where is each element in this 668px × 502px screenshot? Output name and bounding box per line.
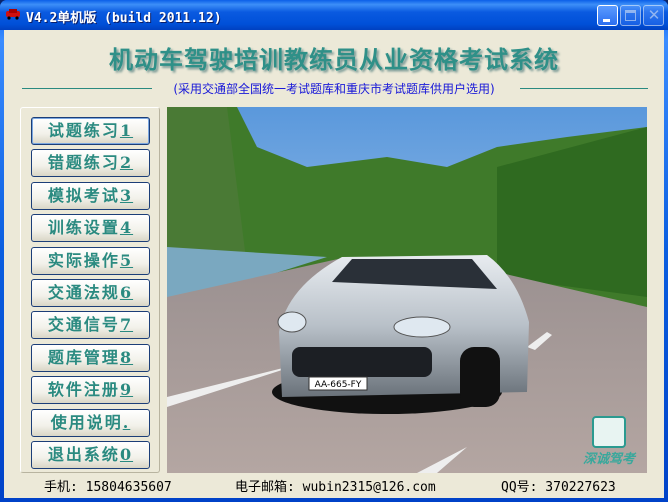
client-area: 机动车驾驶培训教练员从业资格考试系统 (采用交通部全国统一考试题库和重庆市考试题… [4, 30, 664, 498]
menu-panel: 试题练习1 错题练习2 模拟考试3 训练设置4 实际操作5 交通法规6 交通信号7 题库管理8… [20, 107, 160, 473]
car-app-icon [6, 9, 20, 20]
menu-button-9[interactable]: 软件注册9 [31, 376, 150, 405]
menu-button-label: 实际操作 [47, 250, 120, 270]
menu-button-hotkey: 9 [119, 380, 134, 400]
minimize-icon [603, 19, 610, 22]
menu-button-6[interactable]: 交通法规6 [31, 279, 150, 307]
menu-button-hotkey: 5 [119, 250, 134, 270]
menu-button-4[interactable]: 训练设置4 [31, 214, 150, 243]
contact-qq: QQ号: 370227623 [501, 480, 616, 495]
contact-phone: 手机: 15804635607 [44, 480, 172, 495]
menu-button-label: 错题练习 [47, 153, 120, 173]
menu-button-2[interactable]: 错题练习2 [31, 149, 150, 178]
contact-email: 电子邮箱: wubin2315@126.com [235, 480, 436, 495]
maximize-button [620, 5, 641, 26]
menu-button-hotkey: . [122, 412, 131, 432]
menu-button-label: 试题练习 [47, 121, 120, 140]
window-title: V4.2单机版 (build 2011.12) [26, 11, 222, 26]
maximize-icon [625, 10, 636, 21]
menu-button-label: 软件注册 [47, 380, 120, 400]
menu-button-3[interactable]: 模拟考试3 [31, 181, 150, 210]
minimize-button[interactable] [597, 5, 618, 26]
menu-button-hotkey: 8 [119, 347, 134, 367]
menu-button-1[interactable]: 试题练习1 [31, 117, 150, 145]
menu-button-label: 训练设置 [47, 218, 120, 238]
banner-photo: AA-665-FY 深诚驾考 [167, 107, 647, 473]
menu-button-label: 交通信号 [47, 315, 120, 335]
menu-button-5[interactable]: 实际操作5 [31, 246, 150, 275]
menu-button-label: 使用说明 [50, 412, 123, 432]
menu-button-10[interactable]: 使用说明. [31, 408, 150, 437]
logo-text: 深诚驾考 [582, 452, 635, 467]
close-button: ✕ [643, 5, 664, 26]
close-icon: ✕ [647, 6, 661, 24]
menu-button-hotkey: 2 [119, 153, 134, 173]
menu-button-hotkey: 4 [119, 218, 134, 238]
menu-button-hotkey: 3 [119, 185, 134, 205]
app-subtitle: (采用交通部全国统一考试题库和重庆市考试题库供用户选用) [173, 82, 495, 96]
logo: 深诚驾考 [579, 416, 639, 467]
app-window: V4.2单机版 (build 2011.12) ✕ 机动车驾驶培训教练员从业资格… [0, 0, 668, 502]
license-plate: AA-665-FY [315, 380, 362, 390]
menu-button-11[interactable]: 退出系统0 [31, 441, 150, 469]
menu-button-hotkey: 0 [119, 445, 134, 464]
app-heading: 机动车驾驶培训教练员从业资格考试系统 [109, 46, 559, 74]
title-bar[interactable]: V4.2单机版 (build 2011.12) ✕ [0, 0, 668, 30]
menu-button-hotkey: 6 [119, 283, 134, 302]
menu-button-label: 模拟考试 [47, 185, 120, 205]
menu-button-hotkey: 7 [119, 315, 134, 335]
menu-button-8[interactable]: 题库管理8 [31, 343, 150, 372]
logo-icon [592, 416, 626, 448]
menu-button-label: 交通法规 [47, 283, 120, 302]
menu-button-label: 退出系统 [47, 445, 120, 464]
menu-button-hotkey: 1 [119, 121, 134, 140]
menu-button-label: 题库管理 [47, 347, 120, 367]
menu-button-7[interactable]: 交通信号7 [31, 311, 150, 340]
